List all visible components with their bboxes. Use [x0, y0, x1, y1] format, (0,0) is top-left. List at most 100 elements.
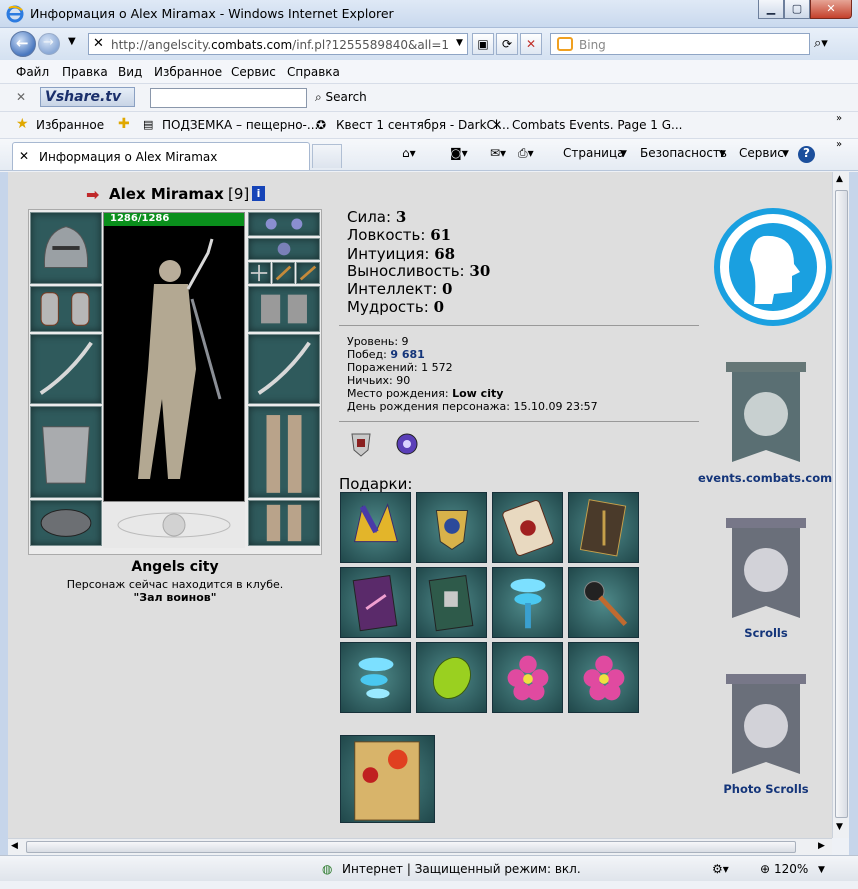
stop-button[interactable]: ✕ [520, 33, 542, 55]
ring-slot-2[interactable] [272, 262, 295, 284]
boots-slot[interactable] [248, 500, 320, 546]
add-favorite-icon[interactable]: ✚ [118, 116, 130, 132]
history-dropdown-icon[interactable]: ▼ [68, 36, 76, 47]
tools-menu[interactable]: Сервис [739, 146, 784, 160]
forward-button[interactable]: → [38, 33, 60, 55]
badge-1[interactable] [348, 430, 374, 458]
gift-flower-1[interactable] [492, 642, 563, 713]
gift-card-purple[interactable] [340, 567, 411, 638]
gift-mace[interactable] [568, 567, 639, 638]
weapon-right-slot[interactable] [248, 334, 320, 404]
earrings-slot[interactable] [248, 212, 320, 236]
warrior-figure-icon [138, 238, 222, 479]
gift-flower-2[interactable] [568, 642, 639, 713]
menu-favorites[interactable]: Избранное [154, 65, 222, 79]
zoom-dropdown-icon[interactable]: ▼ [818, 865, 825, 875]
favorites-button[interactable]: Избранное [36, 118, 104, 132]
maximize-button[interactable]: ▢ [784, 0, 810, 19]
vertical-scrollbar[interactable]: ▲ ▼ [832, 172, 849, 838]
shield-badge-icon [351, 433, 371, 457]
new-tab-button[interactable] [312, 144, 342, 168]
gift-card-green[interactable] [416, 567, 487, 638]
leggings-slot[interactable] [248, 406, 320, 498]
help-icon[interactable]: ? [798, 146, 815, 163]
gift-postcard[interactable] [340, 735, 435, 823]
close-window-button[interactable]: ✕ [810, 0, 852, 19]
armor-slot[interactable] [30, 406, 102, 498]
back-button[interactable]: ← [10, 31, 36, 57]
search-box[interactable]: Bing [550, 33, 810, 55]
gift-card-red[interactable] [492, 492, 563, 563]
scroll-up-icon[interactable]: ▲ [836, 174, 843, 184]
police-badge-icon [435, 510, 469, 550]
ring-slot-1[interactable] [248, 262, 271, 284]
favorite-link-1[interactable]: ПОДЗЕМКА – пещерно-... [162, 118, 318, 132]
zoom-level[interactable]: 120% [774, 862, 808, 876]
horizontal-scroll-thumb[interactable] [26, 841, 796, 853]
commands-overflow-icon[interactable]: » [836, 139, 842, 150]
gift-jester-hat[interactable] [340, 492, 411, 563]
armor-icon [42, 426, 90, 484]
address-dropdown-icon[interactable]: ▼ [456, 38, 463, 48]
menu-file[interactable]: Файл [16, 65, 49, 79]
menu-tools[interactable]: Сервис [231, 65, 276, 79]
vshare-search-input[interactable] [150, 88, 307, 108]
page-menu[interactable]: Страница [563, 146, 625, 160]
scrolls-banner[interactable] [720, 512, 812, 632]
horizontal-scrollbar[interactable]: ◀ ▶ [8, 838, 832, 855]
scrolls-link[interactable]: Scrolls [720, 626, 812, 640]
home-icon[interactable]: ⌂▾ [402, 146, 416, 160]
scroll-right-icon[interactable]: ▶ [818, 841, 825, 851]
compat-view-button[interactable]: ▣ [472, 33, 494, 55]
belt-slot[interactable] [30, 500, 102, 546]
vertical-scroll-thumb[interactable] [835, 190, 848, 818]
private-message-arrow-icon[interactable]: ➡ [86, 185, 99, 204]
refresh-button[interactable]: ⟳ [496, 33, 518, 55]
feeds-icon[interactable]: ◙▾ [450, 146, 468, 160]
favorite-link-3[interactable]: Combats Events. Page 1 G... [512, 118, 682, 132]
minimize-button[interactable]: ▁ [758, 0, 784, 19]
gift-ice-mushroom[interactable] [492, 567, 563, 638]
favorite-link-2[interactable]: Квест 1 сентября - DarkCl... [336, 118, 510, 132]
badge-2[interactable] [394, 430, 420, 458]
photo-scrolls-banner[interactable] [720, 668, 812, 788]
bracers-slot[interactable] [30, 286, 102, 332]
search-icon[interactable]: ⌕▾ [814, 36, 828, 51]
scroll-down-icon[interactable]: ▼ [836, 822, 843, 832]
amulet-icon [277, 242, 291, 256]
gift-ice-crystal[interactable] [340, 642, 411, 713]
events-banner[interactable] [720, 356, 812, 476]
weapon-left-slot[interactable] [30, 334, 102, 404]
gloves-slot[interactable] [248, 286, 320, 332]
gift-badge-shield[interactable] [416, 492, 487, 563]
gift-green-gem[interactable] [416, 642, 487, 713]
menu-edit[interactable]: Правка [62, 65, 108, 79]
card-icon [428, 574, 474, 632]
toolbar-close-icon[interactable]: ✕ [16, 90, 26, 104]
info-wins: Побед: 9 681 [347, 348, 425, 361]
menu-help[interactable]: Справка [287, 65, 340, 79]
gift-book-sword[interactable] [568, 492, 639, 563]
events-link[interactable]: events.combats.com [698, 471, 832, 485]
ring-slot-3[interactable] [296, 262, 320, 284]
magnifier-icon: ⌕ [315, 90, 326, 104]
helmet-slot[interactable] [30, 212, 102, 284]
photo-scrolls-link[interactable]: Photo Scrolls [713, 782, 819, 796]
info-icon[interactable]: i [252, 186, 265, 201]
mail-icon[interactable]: ✉▾ [490, 146, 506, 160]
address-bar[interactable]: ✕ http://angelscity.combats.com/inf.pl?1… [88, 33, 468, 55]
safety-menu[interactable]: Безопасность [640, 146, 727, 160]
tab-current[interactable]: ✕ Информация о Alex Miramax [12, 142, 310, 170]
safety-menu-arrow-icon: ▼ [719, 149, 726, 159]
scroll-left-icon[interactable]: ◀ [11, 841, 18, 851]
vshare-search-button[interactable]: ⌕ Search [315, 90, 367, 105]
amulet-slot[interactable] [248, 238, 320, 260]
protected-mode-icon[interactable]: ⚙▾ [712, 862, 729, 876]
favorites-overflow-icon[interactable]: » [836, 113, 842, 124]
fav-skull-icon: ✪ [316, 118, 327, 132]
tab-label: Информация о Alex Miramax [39, 150, 218, 164]
menu-view[interactable]: Вид [118, 65, 142, 79]
print-icon[interactable]: ⎙▾ [518, 146, 534, 161]
vshare-logo[interactable]: Vshare.tv [40, 87, 135, 107]
combats-logo[interactable] [714, 206, 832, 328]
